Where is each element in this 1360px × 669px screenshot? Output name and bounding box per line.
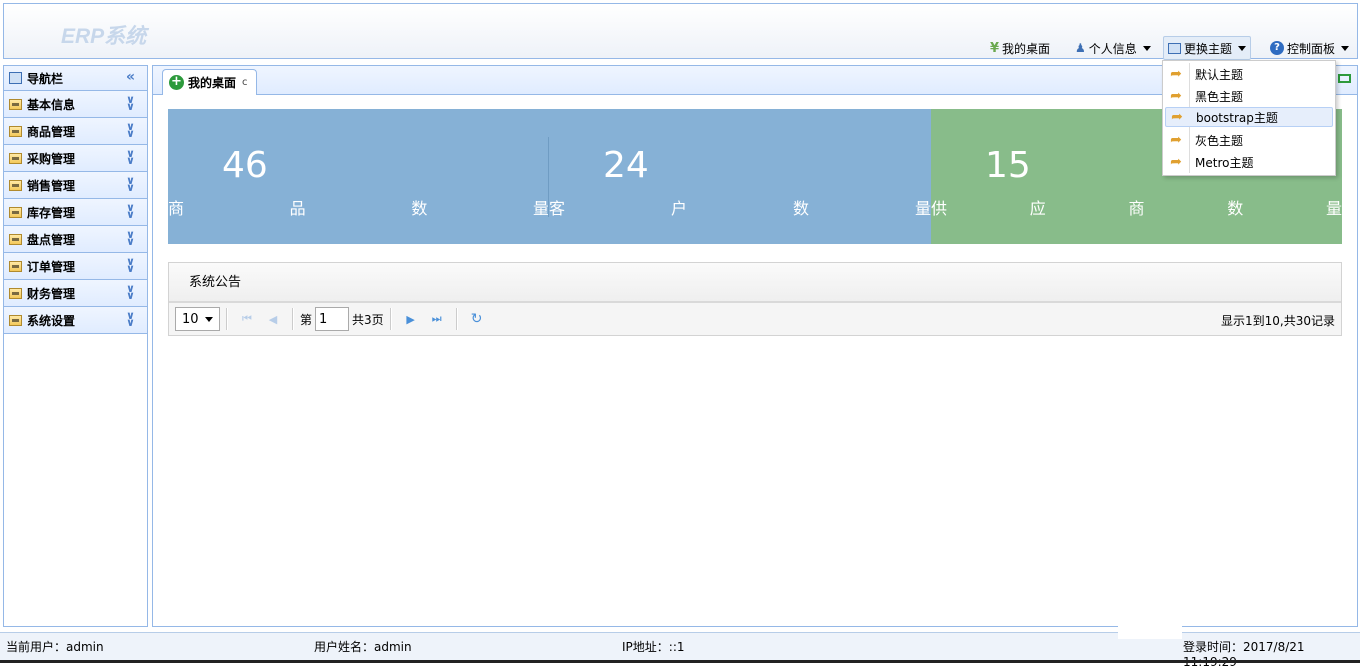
topnav-theme[interactable]: 更换主题	[1163, 36, 1252, 60]
expand-down-icon[interactable]: ∨ ∨	[126, 121, 135, 139]
page-size-select[interactable]: 10	[175, 307, 220, 331]
expand-down-icon[interactable]: ∨ ∨	[126, 256, 135, 274]
chevron-down-icon	[1341, 45, 1350, 51]
user-icon: ♟	[1075, 41, 1086, 55]
expand-down-icon[interactable]: ∨ ∨	[126, 229, 135, 247]
yen-icon: ¥	[990, 40, 1000, 56]
expand-down-icon[interactable]: ∨ ∨	[126, 94, 135, 112]
topnav-desktop-label: 我的桌面	[1002, 41, 1051, 56]
folder-icon	[9, 287, 22, 299]
expand-down-icon[interactable]: ∨ ∨	[126, 175, 135, 193]
theme-item-gray[interactable]: ➦ 灰色主题	[1165, 130, 1333, 150]
sidebar-item-products[interactable]: 商品管理 ∨ ∨	[4, 118, 147, 145]
stat-customers-value: 24	[603, 145, 649, 186]
monitor-icon	[1168, 42, 1181, 54]
sidebar-header: 导航栏 «	[4, 66, 147, 91]
theme-arrow-icon: ➦	[1170, 88, 1182, 104]
tab-desktop[interactable]: + 我的桌面 c	[162, 69, 257, 95]
chevron-down-icon	[1238, 45, 1247, 51]
help-icon: ?	[1270, 41, 1284, 55]
status-bar: 当前用户：admin 用户姓名：admin IP地址：::1 登录时间：2017…	[0, 625, 1360, 669]
folder-icon	[9, 98, 22, 110]
app-header: ERP系统 ¥ 我的桌面 ♟ 个人信息 更换主题 ? 控制面板	[3, 3, 1358, 60]
topnav-control[interactable]: ? 控制面板	[1266, 36, 1353, 60]
add-icon: +	[169, 75, 184, 90]
page-total: 共3页	[352, 312, 384, 327]
stat-products-label: 商 品 数 量	[168, 199, 549, 218]
pager: 10 ⏮ ◀ 第 1 共3页 ▶ ⏭ ↻ 显示1到10,共30记录	[169, 303, 1341, 335]
stat-suppliers-label: 供 应 商 数 量	[931, 199, 1342, 218]
stat-products: 46 商 品 数 量	[168, 109, 549, 244]
folder-icon	[9, 179, 22, 191]
stat-customers-label: 客 户 数 量	[549, 199, 931, 218]
refresh-tab-icon[interactable]: c	[242, 77, 248, 88]
topnav-theme-label: 更换主题	[1184, 41, 1233, 56]
sidebar-item-orders[interactable]: 订单管理 ∨ ∨	[4, 253, 147, 280]
folder-icon	[9, 314, 22, 326]
app-logo: ERP系统	[61, 25, 147, 48]
theme-arrow-icon: ➦	[1170, 66, 1182, 82]
expand-down-icon[interactable]: ∨ ∨	[126, 148, 135, 166]
overlay-patch	[1118, 625, 1182, 639]
pager-info: 显示1到10,共30记录	[1221, 314, 1335, 328]
sidebar-item-finance[interactable]: 财务管理 ∨ ∨	[4, 280, 147, 307]
sidebar-item-stocktake[interactable]: 盘点管理 ∨ ∨	[4, 226, 147, 253]
sidebar-title: 导航栏	[27, 71, 64, 86]
login-time: 登录时间：2017/8/21 11:19:29	[1183, 640, 1305, 669]
pager-separator	[292, 308, 294, 330]
page-number-input[interactable]: 1	[315, 307, 350, 331]
sidebar-item-inventory[interactable]: 库存管理 ∨ ∨	[4, 199, 147, 226]
topnav-control-label: 控制面板	[1287, 41, 1336, 56]
current-user: 当前用户：admin	[6, 640, 104, 654]
sidebar-item-purchasing[interactable]: 采购管理 ∨ ∨	[4, 145, 147, 172]
expand-down-icon[interactable]: ∨ ∨	[126, 202, 135, 220]
theme-item-metro[interactable]: ➦ Metro主题	[1165, 152, 1333, 172]
sidebar-item-basic-info[interactable]: 基本信息 ∨ ∨	[4, 91, 147, 118]
theme-dropdown: ➦ 默认主题 ➦ 黑色主题 ➦ bootstrap主题 ➦ 灰色主题 ➦ Met…	[1162, 60, 1336, 176]
maximize-icon[interactable]	[1338, 74, 1351, 83]
collapse-left-icon[interactable]: «	[126, 69, 135, 85]
nav-panel-icon	[9, 72, 22, 84]
topnav-profile-label: 个人信息	[1088, 41, 1137, 56]
theme-arrow-icon: ➦	[1170, 154, 1182, 170]
first-page-icon[interactable]: ⏮	[234, 312, 260, 326]
topnav-desktop[interactable]: ¥ 我的桌面	[986, 36, 1054, 60]
user-name: 用户姓名：admin	[314, 640, 412, 654]
sidebar-item-settings[interactable]: 系统设置 ∨ ∨	[4, 307, 147, 334]
theme-arrow-icon: ➦	[1171, 109, 1183, 125]
next-page-icon[interactable]: ▶	[398, 313, 424, 326]
notice-title: 系统公告	[169, 263, 1341, 303]
last-page-icon[interactable]: ⏭	[424, 312, 450, 326]
chevron-down-icon	[1142, 45, 1151, 51]
chevron-down-icon	[205, 317, 213, 322]
expand-down-icon[interactable]: ∨ ∨	[126, 283, 135, 301]
stat-suppliers-value: 15	[985, 145, 1031, 186]
page-prefix: 第	[300, 312, 313, 327]
stat-customers: 24 客 户 数 量	[549, 109, 931, 244]
ip-address: IP地址：::1	[622, 640, 685, 654]
expand-down-icon[interactable]: ∨ ∨	[126, 310, 135, 328]
theme-arrow-icon: ➦	[1170, 132, 1182, 148]
refresh-icon[interactable]: ↻	[464, 311, 490, 327]
pager-separator	[455, 308, 458, 330]
notice-panel: 系统公告 10 ⏮ ◀ 第 1 共3页 ▶ ⏭ ↻ 显示1到10,共30记录	[168, 262, 1342, 336]
topnav-profile[interactable]: ♟ 个人信息	[1071, 36, 1155, 60]
theme-item-bootstrap[interactable]: ➦ bootstrap主题	[1165, 107, 1333, 127]
pager-separator	[226, 308, 228, 330]
folder-icon	[9, 233, 22, 245]
folder-icon	[9, 152, 22, 164]
folder-icon	[9, 206, 22, 218]
sidebar-item-sales[interactable]: 销售管理 ∨ ∨	[4, 172, 147, 199]
folder-icon	[9, 125, 22, 137]
stat-products-value: 46	[222, 145, 268, 186]
sidebar: 导航栏 « 基本信息 ∨ ∨ 商品管理 ∨ ∨ 采购管理 ∨ ∨ 销售管理 ∨ ∨ 库存…	[3, 65, 148, 627]
folder-icon	[9, 260, 22, 272]
tab-desktop-label: 我的桌面	[188, 76, 237, 90]
theme-item-black[interactable]: ➦ 黑色主题	[1165, 86, 1333, 106]
theme-item-default[interactable]: ➦ 默认主题	[1165, 64, 1333, 84]
pager-separator	[389, 308, 392, 330]
prev-page-icon[interactable]: ◀	[260, 313, 286, 326]
